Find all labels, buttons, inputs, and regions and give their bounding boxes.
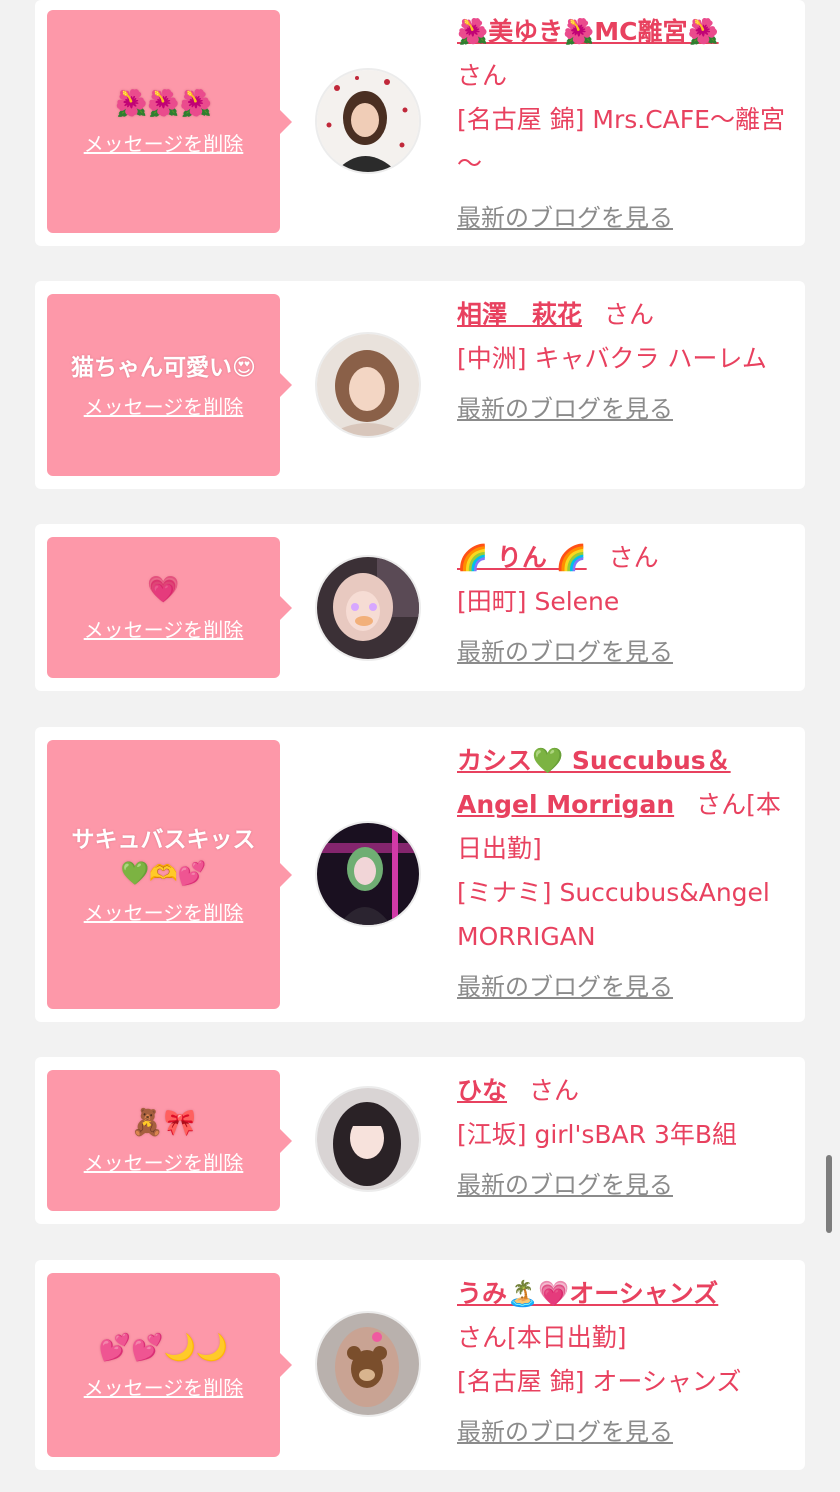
cast-info: カシス💚 Succubus＆Angel Morrigan さん[本日出勤] [ミナ… xyxy=(457,739,787,1009)
message-bubble: 🌺🌺🌺 メッセージを削除 xyxy=(47,10,292,233)
avatar-photo xyxy=(317,70,419,172)
message-text: 🧸🎀 xyxy=(131,1108,196,1138)
favorite-card: 💗 メッセージを削除 🌈 りん 🌈 さん [田町] Selene 最新のブログを見… xyxy=(35,524,805,691)
avatar-photo xyxy=(317,1313,419,1415)
cast-info: ひな さん [江坂] girl'sBAR 3年B組 最新のブログを見る xyxy=(457,1069,787,1207)
message-bubble: 💕💕🌙🌙 メッセージを削除 xyxy=(47,1273,292,1457)
message-bubble: 猫ちゃん可愛い😍 メッセージを削除 xyxy=(47,294,292,476)
latest-blog-link[interactable]: 最新のブログを見る xyxy=(457,387,673,431)
favorite-card: 猫ちゃん可愛い😍 メッセージを削除 相澤 萩花 さん [中洲] キャバクラ ハーレ… xyxy=(35,281,805,489)
san-label: さん xyxy=(457,1323,508,1352)
cast-info: 🌺美ゆき🌺MC離宮🌺 さん [名古屋 錦] Mrs.CAFE～離宮～ 最新のブロ… xyxy=(457,10,787,240)
scrollbar[interactable] xyxy=(826,1155,832,1233)
delete-message-link[interactable]: メッセージを削除 xyxy=(84,614,244,643)
favorite-card: 🌺🌺🌺 メッセージを削除 🌺美ゆき🌺MC離宮🌺 さん [名古屋 錦] Mrs.C… xyxy=(35,0,805,246)
message-text: 猫ちゃん可愛い😍 xyxy=(71,354,256,381)
latest-blog-link[interactable]: 最新のブログを見る xyxy=(457,1163,673,1207)
latest-blog-link[interactable]: 最新のブログを見る xyxy=(457,196,673,240)
shop-label: [中洲] キャバクラ ハーレム xyxy=(457,344,767,373)
delete-message-link[interactable]: メッセージを削除 xyxy=(84,391,244,420)
avatar[interactable] xyxy=(315,1311,421,1417)
message-text: 💕💕🌙🌙 xyxy=(98,1332,229,1363)
avatar-photo xyxy=(317,334,419,436)
delete-message-link[interactable]: メッセージを削除 xyxy=(84,128,244,157)
cast-name-link[interactable]: 相澤 萩花 xyxy=(457,300,582,329)
avatar[interactable] xyxy=(315,68,421,174)
san-label: さん xyxy=(457,61,508,90)
message-bubble: サキュバスキッス💚🫶💕 メッセージを削除 xyxy=(47,740,292,1009)
san-suffix: [本日出勤] xyxy=(507,1323,627,1352)
san-label: さん xyxy=(696,790,747,819)
san-label: さん xyxy=(608,543,659,572)
cast-name-link[interactable]: 🌈 りん 🌈 xyxy=(457,543,587,572)
message-text: サキュバスキッス💚🫶💕 xyxy=(71,827,256,887)
shop-label: [名古屋 錦] オーシャンズ xyxy=(457,1367,742,1396)
san-label: さん xyxy=(604,300,655,329)
delete-message-link[interactable]: メッセージを削除 xyxy=(84,1147,244,1176)
delete-message-link[interactable]: メッセージを削除 xyxy=(84,1372,244,1401)
san-label: さん xyxy=(529,1076,580,1105)
avatar-photo xyxy=(317,1088,419,1190)
latest-blog-link[interactable]: 最新のブログを見る xyxy=(457,630,673,674)
message-bubble: 🧸🎀 メッセージを削除 xyxy=(47,1070,292,1211)
favorite-card: サキュバスキッス💚🫶💕 メッセージを削除 カシス💚 Succubus＆Angel… xyxy=(35,727,805,1022)
cast-name-link[interactable]: カシス💚 Succubus＆Angel Morrigan xyxy=(457,746,731,819)
avatar-photo xyxy=(317,557,419,659)
avatar-photo xyxy=(317,823,419,925)
avatar[interactable] xyxy=(315,555,421,661)
message-bubble: 💗 メッセージを削除 xyxy=(47,537,292,678)
favorite-card: 💕💕🌙🌙 メッセージを削除 うみ🏝️💗オーシャンズ さん[本日出勤] [名古屋 … xyxy=(35,1260,805,1470)
cast-name-link[interactable]: 🌺美ゆき🌺MC離宮🌺 xyxy=(457,17,719,46)
message-text: 🌺🌺🌺 xyxy=(114,89,213,119)
latest-blog-link[interactable]: 最新のブログを見る xyxy=(457,1410,673,1454)
cast-info: うみ🏝️💗オーシャンズ さん[本日出勤] [名古屋 錦] オーシャンズ 最新のブ… xyxy=(457,1272,787,1454)
latest-blog-link[interactable]: 最新のブログを見る xyxy=(457,965,673,1009)
cast-name-link[interactable]: ひな xyxy=(457,1076,507,1105)
favorite-card: 🧸🎀 メッセージを削除 ひな さん [江坂] girl'sBAR 3年B組 最新の… xyxy=(35,1057,805,1224)
cast-info: 🌈 りん 🌈 さん [田町] Selene 最新のブログを見る xyxy=(457,536,787,674)
avatar[interactable] xyxy=(315,1086,421,1192)
avatar[interactable] xyxy=(315,332,421,438)
cast-name-link[interactable]: うみ🏝️💗オーシャンズ xyxy=(457,1279,718,1308)
avatar[interactable] xyxy=(315,821,421,927)
cast-info: 相澤 萩花 さん [中洲] キャバクラ ハーレム 最新のブログを見る xyxy=(457,293,787,431)
delete-message-link[interactable]: メッセージを削除 xyxy=(84,897,244,926)
shop-label: [江坂] girl'sBAR 3年B組 xyxy=(457,1120,738,1149)
shop-label: [田町] Selene xyxy=(457,587,620,616)
message-text: 💗 xyxy=(147,575,180,605)
shop-label: [名古屋 錦] Mrs.CAFE～離宮～ xyxy=(457,105,785,178)
shop-label: [ミナミ] Succubus&Angel MORRIGAN xyxy=(457,878,770,951)
